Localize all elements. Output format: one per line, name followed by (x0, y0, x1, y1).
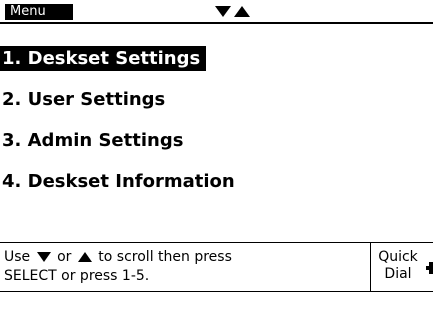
footer-divider (0, 242, 433, 243)
help-line2: SELECT or press 1-5. (4, 268, 150, 284)
up-arrow-icon (234, 6, 250, 17)
down-arrow-icon (215, 6, 231, 17)
softkey-divider (370, 243, 371, 291)
menu-tab: Menu (5, 4, 73, 20)
menu-item-admin-settings[interactable]: 3. Admin Settings (0, 128, 189, 153)
menu-item-deskset-information[interactable]: 4. Deskset Information (0, 169, 241, 194)
header-bar: Menu (0, 0, 433, 24)
bottom-border (0, 291, 433, 292)
help-scroll: to scroll then press (98, 249, 232, 265)
softkey-line1: Quick (378, 249, 418, 265)
menu-item-user-settings[interactable]: 2. User Settings (0, 87, 171, 112)
up-triangle-icon (77, 252, 92, 262)
help-use: Use (4, 249, 31, 265)
down-triangle-icon (36, 252, 51, 262)
menu-item-deskset-settings[interactable]: 1. Deskset Settings (0, 46, 207, 71)
quick-dial-softkey[interactable]: Quick Dial (373, 249, 423, 283)
help-or: or (57, 249, 72, 265)
plus-key-icon (426, 262, 433, 274)
softkey-line2: Dial (384, 266, 412, 282)
help-text: Use or to scroll then press SELECT or pr… (4, 248, 359, 286)
